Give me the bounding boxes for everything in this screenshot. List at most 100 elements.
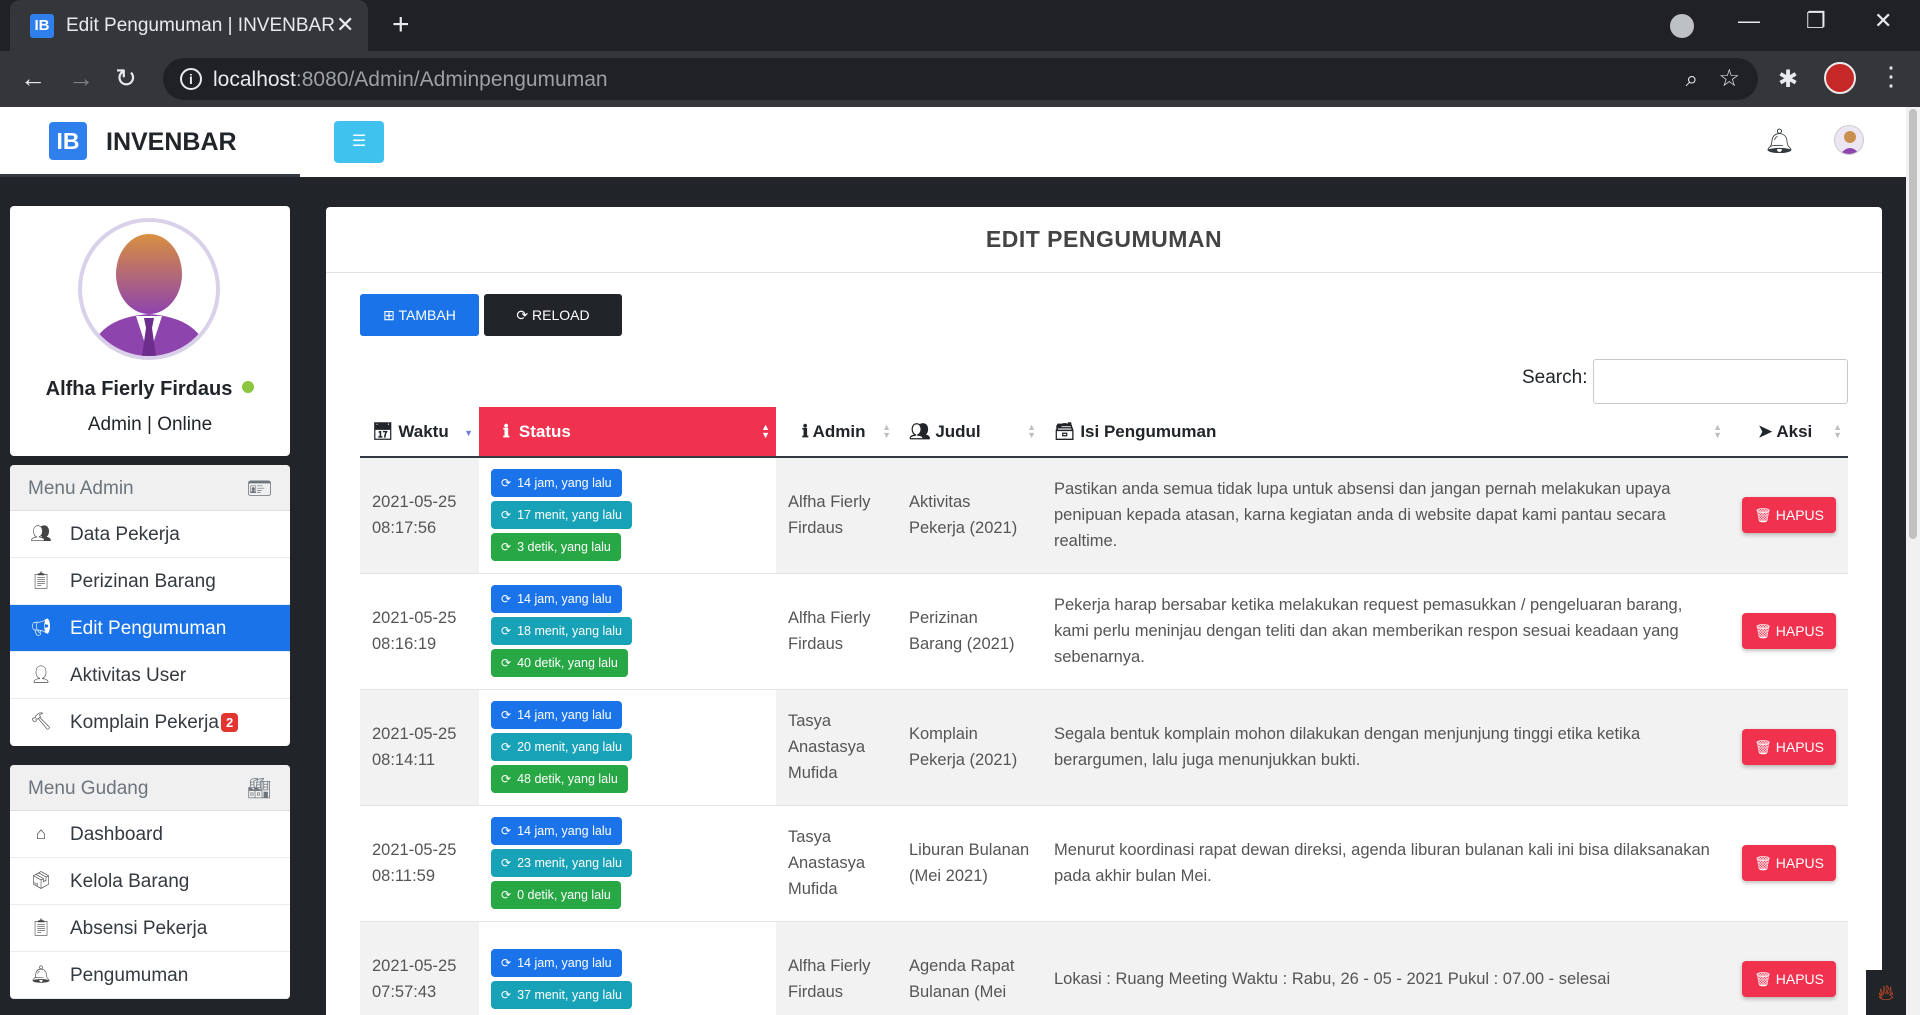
table-row: 2021-05-25 08:14:11 ⟳ 14 jam, yang lalu ⟳ 2… [360, 689, 1848, 806]
info-icon: ℹ [802, 421, 809, 441]
warehouse-icon: 🏭︎ [246, 778, 272, 800]
user-avatar [78, 218, 220, 360]
restore-icon[interactable]: ❐ [1806, 8, 1826, 34]
browser-tab[interactable]: IB Edit Pengumuman | INVENBAR ✕ [10, 0, 368, 51]
minimize-icon[interactable]: — [1738, 8, 1760, 34]
forward-icon[interactable]: → [68, 63, 94, 93]
tambah-button[interactable]: ⊞ TAMBAH [360, 294, 479, 336]
status-badge: ⟳ 14 jam, yang lalu [491, 701, 622, 729]
extensions-icon[interactable]: ✱ [1778, 65, 1798, 94]
judul-cell: Komplain Pekerja (2021) [897, 689, 1042, 806]
info-icon: ℹ [503, 421, 510, 441]
paper-plane-icon: ➤ [1758, 421, 1773, 441]
page-scrollbar[interactable] [1906, 107, 1920, 1015]
address-bar[interactable]: i localhost:8080/Admin/Adminpengumuman ⌕… [163, 58, 1758, 100]
sidebar-item-kelola-barang[interactable]: 📦︎ Kelola Barang [10, 858, 290, 905]
hapus-button[interactable]: 🗑︎ HAPUS [1742, 729, 1836, 765]
scrollbar-thumb[interactable] [1909, 109, 1917, 539]
sidebar-item-dashboard[interactable]: ⌂ Dashboard [10, 811, 290, 858]
site-info-icon[interactable]: i [180, 68, 202, 90]
notification-bell-icon[interactable]: 🔔︎ [1764, 127, 1794, 156]
status-cell: ⟳ 14 jam, yang lalu ⟳ 18 menit, yang lalu … [479, 573, 776, 690]
judul-cell: Aktivitas Pekerja (2021) [897, 457, 1042, 574]
status-badge: ⟳ 18 menit, yang lalu [491, 617, 632, 645]
aksi-cell: 🗑︎ HAPUS [1728, 457, 1848, 574]
aksi-cell: 🗑︎ HAPUS [1728, 573, 1848, 690]
isi-cell: Pekerja harap bersabar ketika melakukan … [1042, 573, 1728, 690]
judul-cell: Agenda Rapat Bulanan (Mei [897, 921, 1042, 1015]
waktu-cell: 2021-05-25 08:17:56 [360, 457, 479, 574]
spinner-icon: ⟳ [501, 856, 512, 870]
bookmark-star-icon[interactable]: ☆ [1718, 64, 1740, 93]
sidebar-toggle-button[interactable]: ☰ [334, 121, 384, 163]
tab-search-icon[interactable] [1670, 14, 1694, 38]
status-badge: ⟳ 20 menit, yang lalu [491, 733, 632, 761]
clipboard-icon: 📋︎ [30, 918, 52, 937]
search-input[interactable] [1593, 359, 1848, 404]
hapus-button[interactable]: 🗑︎ HAPUS [1742, 613, 1836, 649]
close-tab-icon[interactable]: ✕ [336, 12, 354, 38]
judul-cell: Perizinan Barang (2021) [897, 573, 1042, 690]
waktu-cell: 2021-05-25 08:14:11 [360, 689, 479, 806]
back-icon[interactable]: ← [20, 63, 46, 93]
hapus-button[interactable]: 🗑︎ HAPUS [1742, 497, 1836, 534]
online-status-dot [242, 381, 255, 393]
menu-admin-card: Menu Admin 🪪︎ 👥︎ Data Pekerja 📋︎ Perizin… [10, 465, 290, 746]
column-header-judul[interactable]: 👥︎ Judul ▲ ▼ [897, 407, 1042, 458]
column-header-waktu[interactable]: 📅︎ Waktu ▼ [360, 407, 479, 458]
fire-icon[interactable]: 🔥︎ [1866, 970, 1906, 1015]
navbar-avatar[interactable] [1834, 125, 1864, 155]
sidebar-item-pengumuman[interactable]: 🔔︎ Pengumuman [10, 952, 290, 999]
status-badge: ⟳ 48 detik, yang lalu [491, 765, 628, 793]
reload-button[interactable]: ⟳ RELOAD [484, 294, 622, 336]
spinner-icon: ⟳ [501, 888, 512, 902]
sidebar-item-data-pekerja[interactable]: 👥︎ Data Pekerja [10, 511, 290, 558]
users-icon: 👥︎ [909, 421, 931, 441]
favicon: IB [30, 14, 54, 38]
spinner-icon: ⟳ [501, 624, 512, 638]
hapus-button[interactable]: 🗑︎ HAPUS [1742, 961, 1836, 997]
announcement-table: 📅︎ Waktu ▼ ℹ Status ▲ ▼ ℹ Admin ▲ ▼ 👥︎ Judul ▲… [360, 407, 1848, 1015]
main-content-card: EDIT PENGUMUMAN ⊞ TAMBAH ⟳ RELOAD Search… [326, 207, 1882, 1015]
brand-name: INVENBAR [106, 128, 237, 156]
spinner-icon: ⟳ [501, 956, 512, 970]
new-tab-icon[interactable]: + [392, 10, 410, 40]
column-header-aksi[interactable]: ➤ Aksi ▲ ▼ [1728, 407, 1848, 458]
sidebar-item-perizinan-barang[interactable]: 📋︎ Perizinan Barang [10, 558, 290, 605]
column-header-isi[interactable]: 🗃︎ Isi Pengumuman ▲ ▼ [1042, 407, 1728, 458]
sidebar-item-edit-pengumuman[interactable]: 📢︎ Edit Pengumuman [10, 605, 290, 652]
trash-icon: 🗑︎ [1754, 971, 1772, 987]
reload-page-icon[interactable]: ↻ [115, 63, 137, 93]
spinner-icon: ⟳ [501, 656, 512, 670]
trash-icon: 🗑︎ [1754, 507, 1772, 524]
url-text: localhost:8080/Admin/Adminpengumuman [213, 68, 608, 91]
user-tie-icon: 👤︎ [30, 665, 52, 684]
sidebar-item-label: Data Pekerja [70, 524, 180, 545]
spinner-icon: ⟳ [501, 772, 512, 786]
app: IB INVENBAR ☰ 🔔︎ Alfha Fierly Firdaus Ad… [0, 107, 1906, 1015]
zoom-icon[interactable]: ⌕ [1686, 66, 1698, 92]
status-badge: ⟳ 3 detik, yang lalu [491, 533, 621, 562]
admin-cell: Tasya Anastasya Mufida [776, 805, 897, 922]
sidebar-item-aktivitas-user[interactable]: 👤︎ Aktivitas User [10, 652, 290, 699]
hapus-button[interactable]: 🗑︎ HAPUS [1742, 845, 1836, 881]
column-header-admin[interactable]: ℹ Admin ▲ ▼ [776, 407, 897, 458]
trash-icon: 🗑︎ [1754, 623, 1772, 639]
sidebar-item-absensi-pekerja[interactable]: 📋︎ Absensi Pekerja [10, 905, 290, 952]
tab-title: Edit Pengumuman | INVENBAR [66, 15, 335, 36]
status-badge: ⟳ 14 jam, yang lalu [491, 585, 622, 613]
judul-cell: Liburan Bulanan (Mei 2021) [897, 805, 1042, 922]
sidebar-item-komplain-pekerja[interactable]: 🔨︎ Komplain Pekerja 2 [10, 699, 290, 746]
reload-label: RELOAD [532, 307, 590, 323]
browser-menu-icon[interactable]: ⋮ [1878, 61, 1904, 91]
column-header-status[interactable]: ℹ Status ▲ ▼ [479, 407, 776, 458]
brand[interactable]: IB INVENBAR [0, 107, 300, 177]
sync-icon: ⟳ [516, 307, 529, 323]
plus-square-icon: ⊞ [383, 307, 395, 323]
window-close-icon[interactable]: ✕ [1874, 8, 1892, 34]
top-navbar: IB INVENBAR ☰ 🔔︎ [0, 107, 1906, 177]
aksi-cell: 🗑︎ HAPUS [1728, 689, 1848, 806]
admin-cell: Alfha Fierly Firdaus [776, 921, 897, 1015]
status-badge: ⟳ 37 menit, yang lalu [491, 981, 632, 1009]
browser-profile-avatar[interactable] [1824, 62, 1856, 94]
